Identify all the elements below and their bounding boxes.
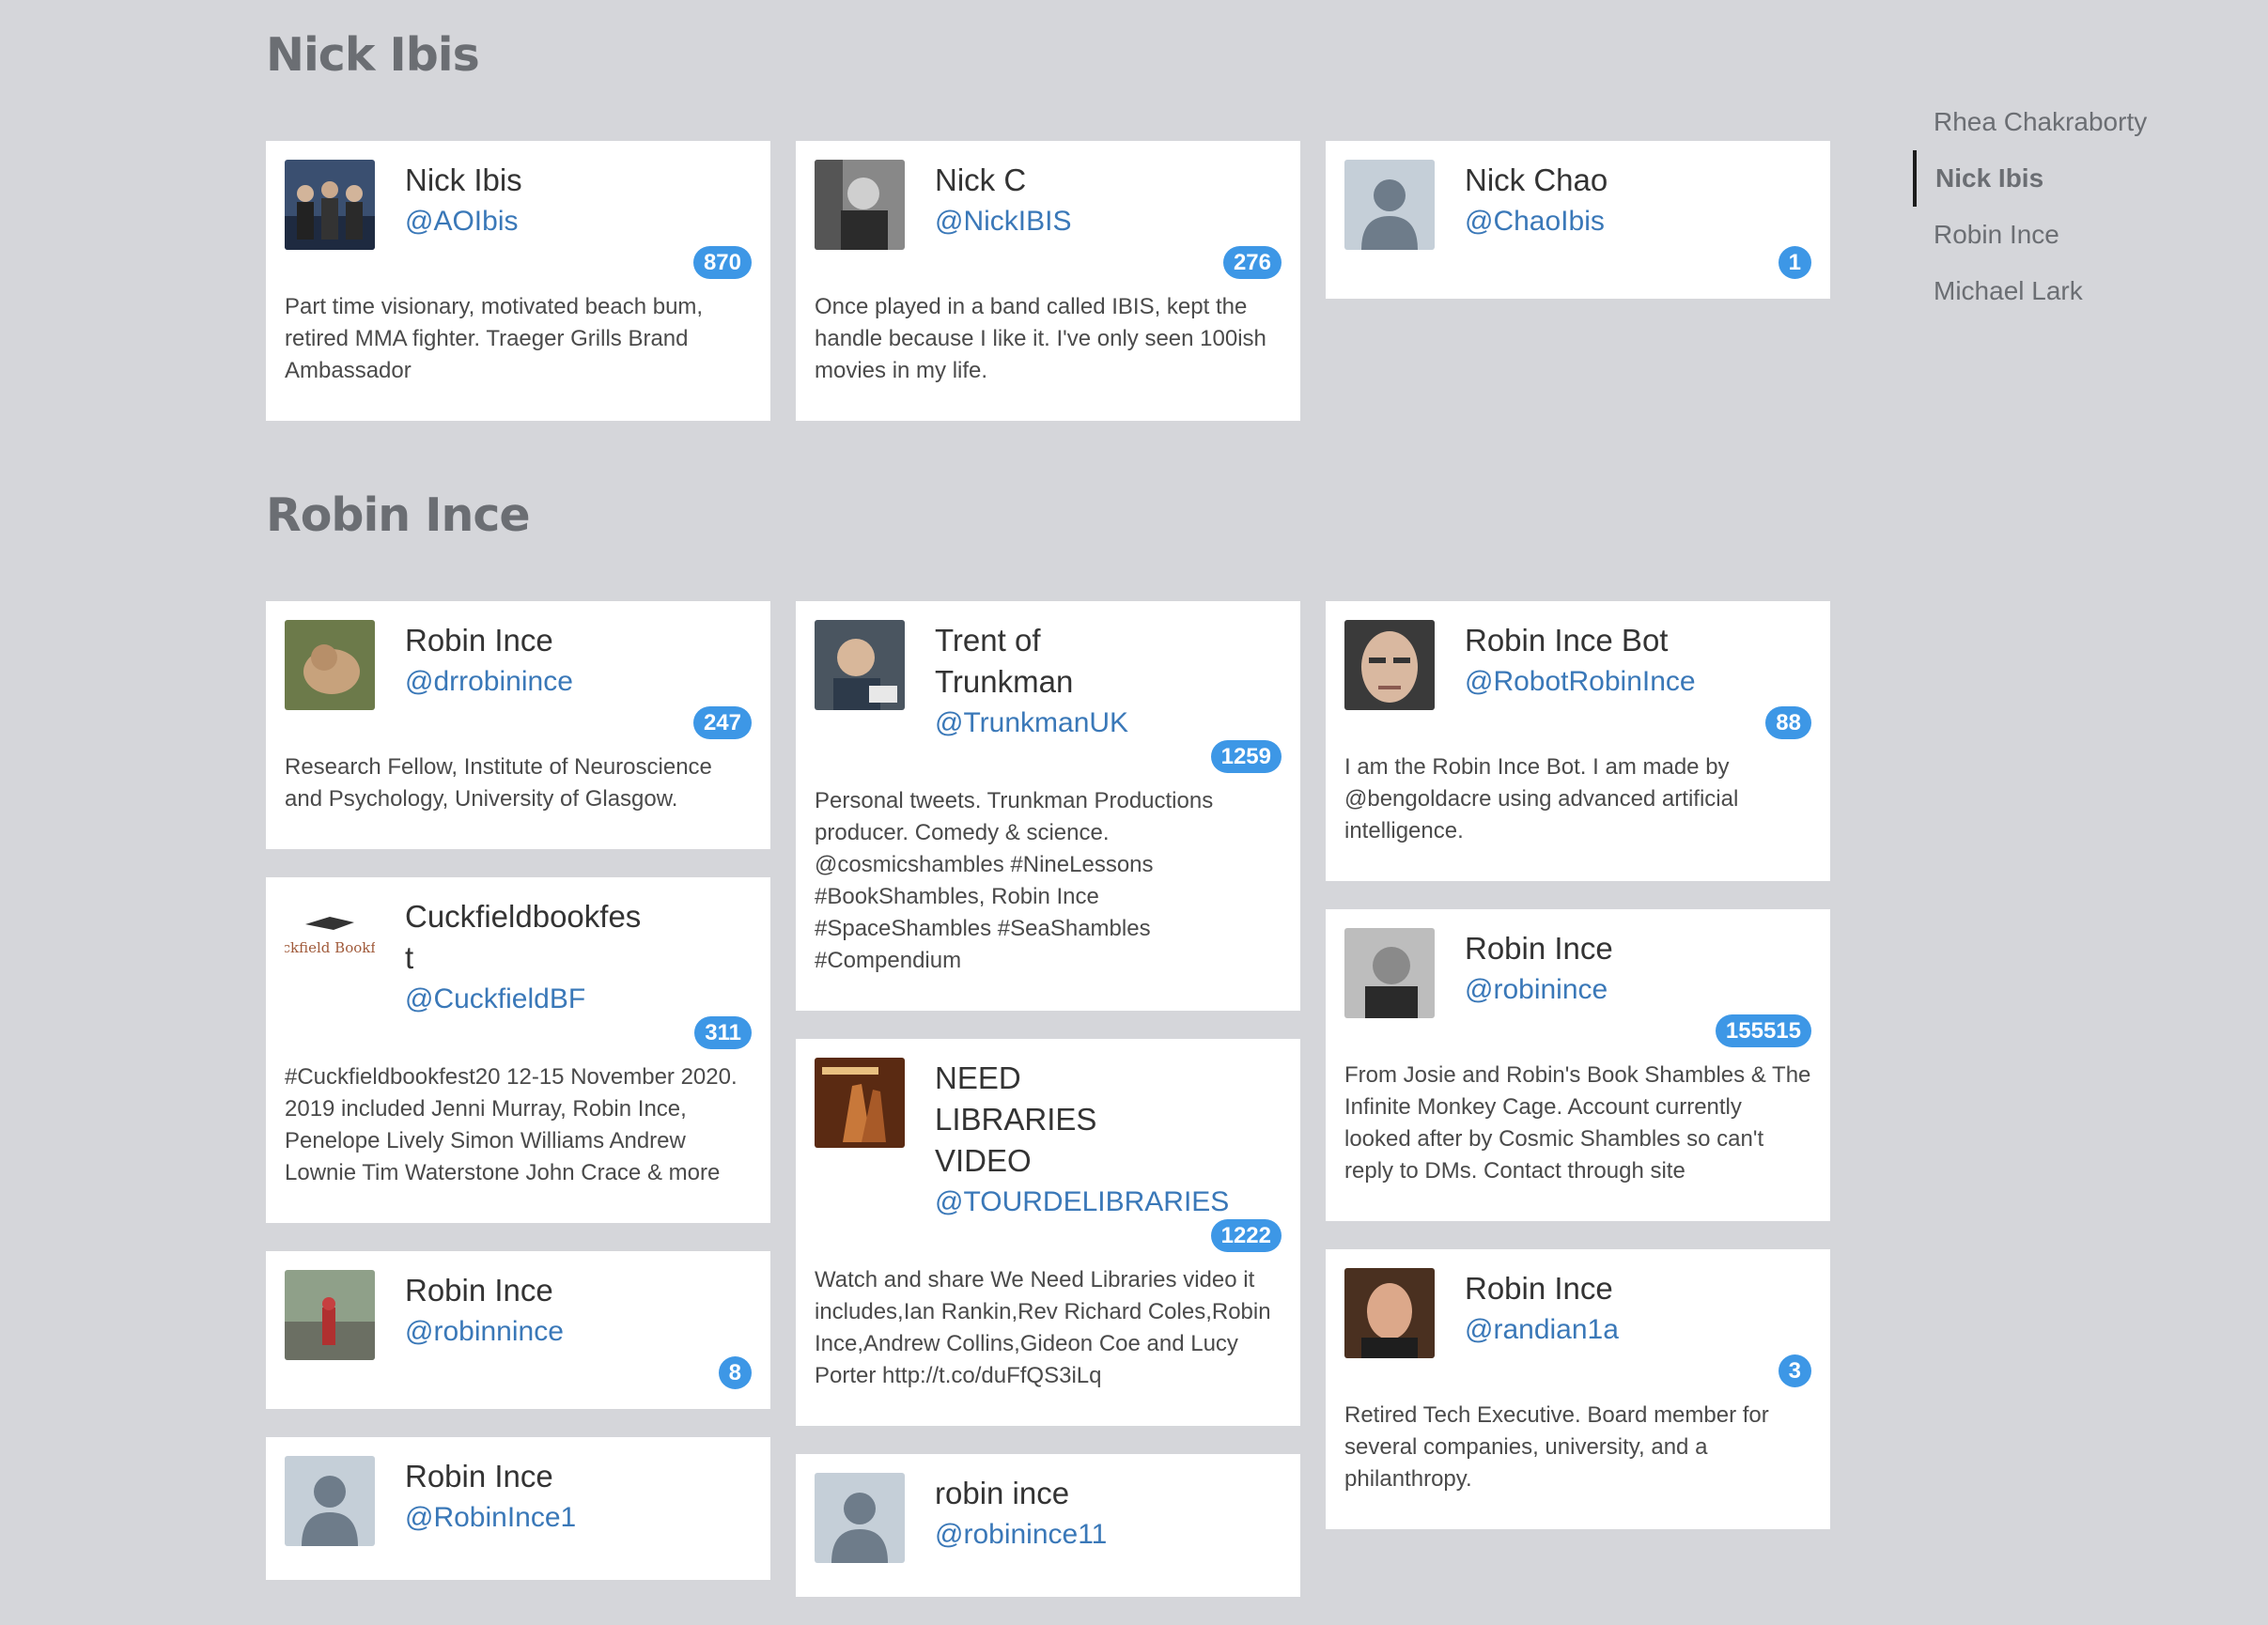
profile-handle[interactable]: @AOIbis (405, 201, 522, 242)
follower-count-badge: 155515 (1715, 1014, 1811, 1047)
nav-item-nick-ibis[interactable]: Nick Ibis (1913, 150, 2147, 207)
side-navigation: Rhea Chakraborty Nick Ibis Robin Ince Mi… (1913, 94, 2147, 319)
profile-handle[interactable]: @ChaoIbis (1465, 201, 1608, 242)
profile-handle[interactable]: @NickIBIS (935, 201, 1071, 242)
profile-card[interactable]: Robin Ince @RobinInce1 (266, 1437, 770, 1580)
default-avatar-icon[interactable] (1344, 160, 1435, 250)
avatar[interactable] (815, 620, 905, 710)
column-3: Robin Ince Bot @RobotRobinInce 88 I am t… (1326, 601, 1830, 1557)
profile-name[interactable]: Nick Chao (1465, 160, 1608, 201)
profile-name[interactable]: Robin Ince (1465, 1268, 1619, 1309)
avatar[interactable] (815, 1058, 905, 1148)
profile-card[interactable]: Robin Ince @drrobinince 247 Research Fel… (266, 601, 770, 849)
nav-item-robin-ince[interactable]: Robin Ince (1915, 207, 2147, 263)
profile-handle[interactable]: @robinnince (405, 1311, 564, 1353)
section-title-nick-ibis: Nick Ibis (266, 28, 480, 82)
profile-handle[interactable]: @TOURDELIBRARIES (935, 1182, 1229, 1223)
profile-name[interactable]: Cuckfieldbookfest (405, 896, 649, 979)
avatar[interactable] (285, 1270, 375, 1360)
profile-bio: Personal tweets. Trunkman Productions pr… (815, 788, 1214, 973)
profile-card[interactable]: Robin Ince Bot @RobotRobinInce 88 I am t… (1326, 601, 1830, 881)
profile-bio: From Josie and Robin's Book Shambles & T… (1344, 1062, 1811, 1184)
nav-item-michael-lark[interactable]: Michael Lark (1915, 263, 2147, 319)
avatar[interactable] (1344, 620, 1435, 710)
profile-bio: Once played in a band called IBIS, kept … (815, 294, 1266, 383)
svg-text:Cuckfield Bookfest: Cuckfield Bookfest (285, 939, 375, 956)
profile-card[interactable]: Robin Ince @robinince 155515 From Josie … (1326, 909, 1830, 1221)
column-2: Trent of Trunkman @TrunkmanUK 1259 Perso… (796, 601, 1300, 1625)
profile-name[interactable]: Nick Ibis (405, 160, 522, 201)
profile-name[interactable]: NEED LIBRARIES VIDEO (935, 1058, 1179, 1182)
avatar[interactable] (285, 620, 375, 710)
profile-card[interactable]: Nick Ibis @AOIbis 870 Part time visionar… (266, 141, 770, 421)
column-1: Nick Ibis @AOIbis 870 Part time visionar… (266, 141, 770, 449)
profile-handle[interactable]: @randian1a (1465, 1309, 1619, 1351)
follower-count-badge: 311 (694, 1016, 752, 1049)
column-3: Nick Chao @ChaoIbis 1 (1326, 141, 1830, 327)
profile-name[interactable]: Trent of Trunkman (935, 620, 1179, 703)
avatar[interactable] (1344, 1268, 1435, 1358)
default-avatar-icon[interactable] (815, 1473, 905, 1563)
follower-count-badge: 88 (1765, 706, 1811, 739)
nav-item-rhea-chakraborty[interactable]: Rhea Chakraborty (1915, 94, 2147, 150)
profile-name[interactable]: Robin Ince (405, 1456, 576, 1497)
avatar[interactable] (1344, 928, 1435, 1018)
profile-card[interactable]: Robin Ince @randian1a 3 Retired Tech Exe… (1326, 1249, 1830, 1529)
cuckfield-logo-icon[interactable]: Cuckfield Bookfest (285, 896, 375, 986)
default-avatar-icon[interactable] (285, 1456, 375, 1546)
profile-name[interactable]: Robin Ince (405, 1270, 564, 1311)
column-1: Robin Ince @drrobinince 247 Research Fel… (266, 601, 770, 1608)
profile-name[interactable]: Nick C (935, 160, 1071, 201)
profile-handle[interactable]: @TrunkmanUK (935, 703, 1179, 744)
profile-handle[interactable]: @drrobinince (405, 661, 573, 703)
follower-count-badge: 1 (1778, 246, 1811, 279)
follower-count-badge: 3 (1778, 1354, 1811, 1387)
follower-count-badge: 8 (718, 1356, 752, 1389)
profile-name[interactable]: Robin Ince (405, 620, 573, 661)
profile-card[interactable]: Trent of Trunkman @TrunkmanUK 1259 Perso… (796, 601, 1300, 1011)
profile-card[interactable]: Nick C @NickIBIS 276 Once played in a ba… (796, 141, 1300, 421)
follower-count-badge: 276 (1222, 246, 1282, 279)
avatar[interactable] (285, 160, 375, 250)
profile-bio: Research Fellow, Institute of Neuroscien… (285, 754, 712, 812)
follower-count-badge: 247 (692, 706, 752, 739)
follower-count-badge: 1222 (1210, 1219, 1282, 1252)
profile-card[interactable]: robin ince @robinince11 (796, 1454, 1300, 1597)
profile-bio: Watch and share We Need Libraries video … (815, 1267, 1271, 1388)
profile-bio: Part time visionary, motivated beach bum… (285, 294, 704, 383)
profile-card[interactable]: Nick Chao @ChaoIbis 1 (1326, 141, 1830, 299)
profile-name[interactable]: Robin Ince (1465, 928, 1613, 969)
profile-bio: #Cuckfieldbookfest20 12-15 November 2020… (285, 1064, 738, 1185)
follower-count-badge: 870 (692, 246, 752, 279)
profile-handle[interactable]: @RobinInce1 (405, 1497, 576, 1539)
follower-count-badge: 1259 (1210, 740, 1282, 773)
profile-card[interactable]: Robin Ince @robinnince 8 (266, 1251, 770, 1409)
profile-handle[interactable]: @robinince11 (935, 1514, 1107, 1555)
profile-bio: I am the Robin Ince Bot. I am made by @b… (1344, 754, 1739, 843)
profile-name[interactable]: Robin Ince Bot (1465, 620, 1696, 661)
profile-handle[interactable]: @RobotRobinInce (1465, 661, 1696, 703)
column-2: Nick C @NickIBIS 276 Once played in a ba… (796, 141, 1300, 449)
profile-bio: Retired Tech Executive. Board member for… (1344, 1402, 1769, 1492)
profile-card[interactable]: Cuckfield Bookfest Cuckfieldbookfest @Cu… (266, 877, 770, 1223)
avatar[interactable] (815, 160, 905, 250)
profile-name[interactable]: robin ince (935, 1473, 1107, 1514)
profile-card[interactable]: NEED LIBRARIES VIDEO @TOURDELIBRARIES 12… (796, 1039, 1300, 1426)
profile-handle[interactable]: @robinince (1465, 969, 1613, 1011)
section-title-robin-ince: Robin Ince (266, 488, 531, 542)
profile-handle[interactable]: @CuckfieldBF (405, 979, 649, 1020)
